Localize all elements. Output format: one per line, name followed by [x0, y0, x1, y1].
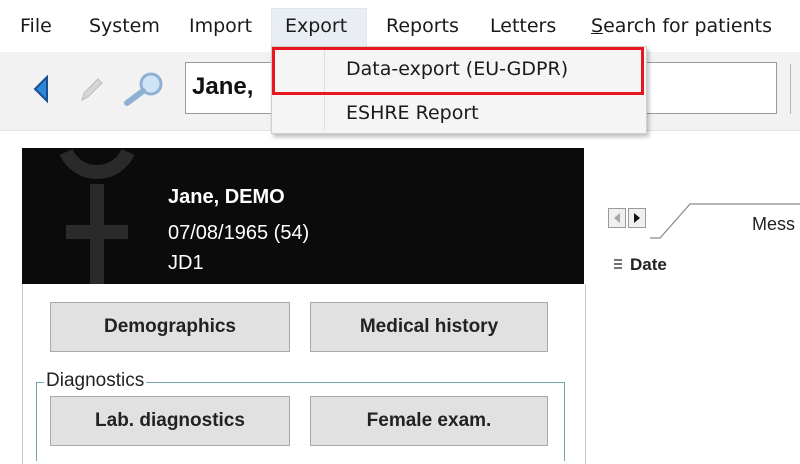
diagnostics-group-label: Diagnostics: [44, 370, 147, 392]
menu-file[interactable]: File: [20, 14, 52, 38]
female-exam-button[interactable]: Female exam.: [310, 396, 548, 446]
export-dropdown-menu: Data-export (EU-GDPR) ESHRE Report: [271, 46, 647, 134]
find-patient-button[interactable]: [118, 62, 174, 116]
pencil-icon: [81, 78, 103, 101]
female-symbol-icon: [59, 148, 135, 284]
date-column-header[interactable]: Date: [630, 255, 667, 275]
patient-name: Jane, DEMO: [168, 186, 285, 208]
medical-history-button[interactable]: Medical history: [310, 302, 548, 352]
magnifier-icon: [124, 72, 163, 106]
back-button[interactable]: [26, 62, 56, 116]
menu-letters[interactable]: Letters: [490, 14, 556, 38]
lab-diagnostics-button[interactable]: Lab. diagnostics: [50, 396, 290, 446]
menu-search-for-patients[interactable]: Search for patients: [591, 14, 772, 38]
column-list-icon: [614, 259, 622, 269]
menu-search-accelerator: S: [591, 15, 604, 37]
messages-tab[interactable]: Mess: [752, 214, 795, 235]
menu-import[interactable]: Import: [189, 14, 252, 38]
patient-search-value: Jane,: [192, 73, 254, 100]
demographics-button[interactable]: Demographics: [50, 302, 290, 352]
menu-system[interactable]: System: [89, 14, 160, 38]
menu-search-label: earch for patients: [603, 15, 772, 37]
tab-scroll-right-button[interactable]: [628, 208, 646, 228]
caret-left-icon: [614, 213, 620, 223]
edit-button[interactable]: [76, 62, 106, 116]
menu-bar: File System Import Export Reports Letter…: [0, 0, 800, 52]
menu-reports[interactable]: Reports: [386, 14, 459, 38]
patient-id: JD1: [168, 252, 204, 274]
menu-item-eshre-report[interactable]: ESHRE Report: [346, 102, 479, 124]
patient-dob-age: 07/08/1965 (54): [168, 222, 310, 244]
patient-card[interactable]: Jane, DEMO 07/08/1965 (54) JD1: [22, 148, 584, 284]
highlight-box: [272, 47, 644, 95]
left-arrow-icon: [33, 74, 48, 104]
menu-export[interactable]: Export: [285, 14, 347, 38]
caret-right-icon: [634, 213, 640, 223]
tab-scroll-left-button[interactable]: [608, 208, 626, 228]
toolbar-divider: [790, 64, 791, 114]
